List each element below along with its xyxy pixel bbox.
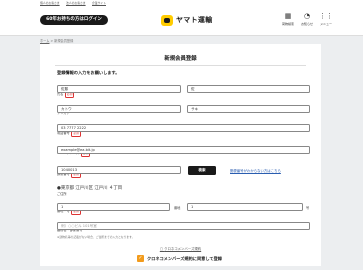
- postal-help-link[interactable]: 郵便番号がわからない方はこちら: [230, 168, 281, 173]
- go-unit-label: 号: [306, 206, 310, 210]
- last-name-input[interactable]: 佐藤: [57, 85, 181, 93]
- notifications-button[interactable]: ◔ お知らせ: [298, 12, 316, 26]
- tracking-button[interactable]: ▦ 荷物検索: [279, 12, 297, 26]
- link-corporate[interactable]: 企業サイト: [92, 1, 106, 5]
- building-input[interactable]: 例）○○ビル 101号室: [57, 222, 310, 230]
- banchi-sep-label: 番地: [174, 206, 181, 210]
- address-value: ●東京都 江戸川区 江戸川 ４丁目: [57, 186, 123, 191]
- agree-register-control[interactable]: ✓ クロネコメンバーズ規約に同意して登録: [137, 255, 222, 262]
- terms-link-label: クロネコメンバーズ規約: [164, 247, 202, 251]
- first-name-kana-input[interactable]: サキ: [187, 105, 310, 113]
- email-input[interactable]: example@ea.bit.jp: [57, 146, 310, 154]
- menu-grid-icon: ⋮⋮: [319, 12, 333, 20]
- postal-code-input[interactable]: 1040013: [57, 166, 181, 174]
- terms-link[interactable]: ▢ クロネコメンバーズ規約: [40, 246, 321, 251]
- first-name-input[interactable]: 佐: [187, 85, 310, 93]
- notifications-label: お知らせ: [301, 22, 313, 26]
- logo-text: ヤマト運輸: [176, 16, 213, 24]
- tracking-label: 荷物検索: [281, 22, 294, 26]
- agree-label: クロネコメンバーズ規約に同意して登録: [147, 255, 222, 261]
- postal-search-button[interactable]: 検索: [188, 166, 216, 175]
- title-divider: [55, 65, 306, 66]
- breadcrumb-current: 新規会員登録: [54, 39, 74, 43]
- link-personal[interactable]: 個人のお客さま: [40, 1, 60, 5]
- breadcrumb: ホーム > 新規会員登録: [40, 38, 73, 43]
- yamato-logo[interactable]: ヤマト運輸: [161, 14, 213, 26]
- phone-input[interactable]: 03 7777 2222: [57, 124, 310, 132]
- address-note: ※建物名等の記載がない場合、ご住所までの入力となります。: [57, 235, 135, 239]
- link-business[interactable]: 法人のお客さま: [66, 1, 86, 5]
- form-intro: 登録情報の入力をお願いします。: [57, 70, 120, 75]
- kuroneko-logo-icon: [161, 14, 173, 26]
- go-input[interactable]: 1: [187, 203, 303, 211]
- address-label: ご住所: [57, 192, 67, 196]
- checkbox-checked-icon[interactable]: ✓: [137, 255, 144, 262]
- breadcrumb-home[interactable]: ホーム: [40, 39, 49, 43]
- registration-form-card: 新規会員登録 登録情報の入力をお願いします。 氏名 必須 佐藤 佐 フリガナ カト…: [40, 44, 321, 266]
- login-cta-button[interactable]: 60年お持ちの方はログイン: [40, 15, 108, 25]
- banchi-input[interactable]: 1: [57, 203, 170, 211]
- page-title: 新規会員登録: [164, 56, 197, 62]
- site-header: 60年お持ちの方はログイン ヤマト運輸 ▦ 荷物検索 ◔ お知らせ ⋮⋮ メニュ…: [0, 6, 363, 36]
- menu-button[interactable]: ⋮⋮ メニュー: [317, 12, 335, 26]
- menu-label: メニュー: [319, 22, 332, 26]
- bell-icon: ◔: [303, 12, 311, 20]
- qr-icon: ▦: [284, 12, 292, 20]
- breadcrumb-separator: >: [50, 39, 54, 43]
- last-name-kana-input[interactable]: カトウ: [57, 105, 181, 113]
